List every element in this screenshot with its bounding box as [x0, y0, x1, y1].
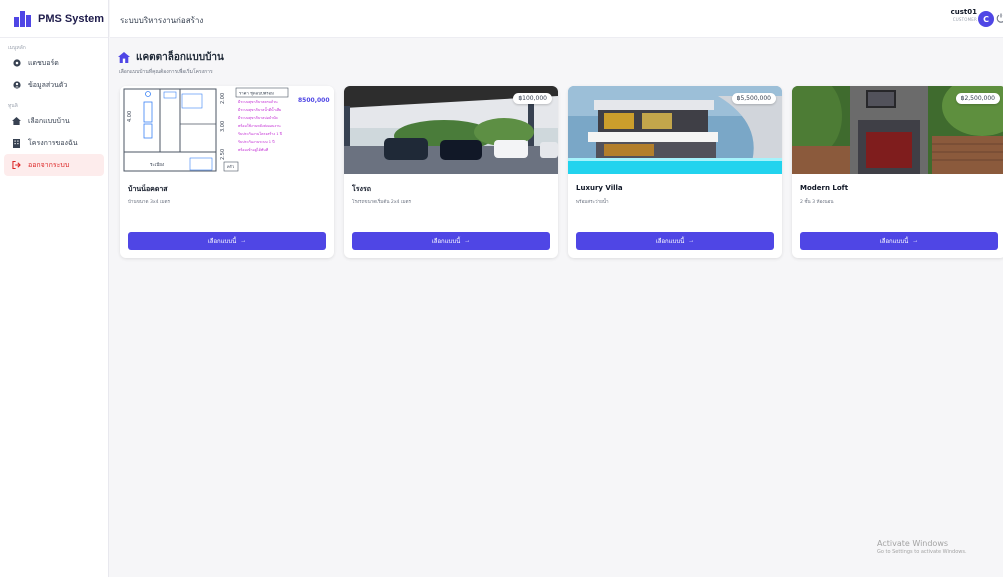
floor-plan-drawing: 4.00 2.00 3.00 2.50 ระเบียง ครัว ราคา ชุ…: [120, 86, 334, 174]
house-card[interactable]: 4.00 2.00 3.00 2.50 ระเบียง ครัว ราคา ชุ…: [120, 86, 334, 258]
page-header: แคตตาล็อกแบบบ้าน เลือกแบบบ้านที่คุณต้องก…: [118, 50, 224, 76]
card-description: บ้านขนาด 3x4 เมตร: [128, 200, 171, 205]
plan-dim-label: 2.00: [220, 93, 226, 104]
button-label: เลือกแบบนี้: [207, 239, 237, 245]
logout-icon: [12, 161, 21, 170]
plan-sheet-price: 8500,000: [298, 97, 330, 104]
select-design-button[interactable]: เลือกแบบนี้ →: [128, 232, 326, 250]
avatar[interactable]: C: [978, 11, 994, 27]
card-title: Luxury Villa: [576, 184, 623, 192]
sidebar-item-my-projects[interactable]: โครงการของฉัน: [4, 132, 104, 154]
plan-room-label: ระเบียง: [150, 162, 164, 168]
sidebar-item-logout[interactable]: ออกจากระบบ: [4, 154, 104, 176]
app-title: PMS System: [38, 12, 105, 25]
watermark-line-1: Activate Windows: [877, 539, 949, 548]
price-badge: ฿100,000: [513, 93, 552, 104]
card-image-floorplan: 4.00 2.00 3.00 2.50 ระเบียง ครัว ราคา ชุ…: [120, 86, 334, 174]
dashboard-icon: [12, 59, 21, 68]
user-info[interactable]: cust01 CUSTOMER: [951, 9, 977, 22]
sidebar-item-label: ออกจากระบบ: [28, 160, 70, 169]
user-name: cust01: [950, 8, 977, 16]
house-card[interactable]: ฿2,500,000 Modern Loft 2 ชั้น 3 ห้องนอน …: [792, 86, 1003, 258]
plan-dim-label: 3.00: [220, 121, 226, 132]
arrow-right-icon: →: [688, 238, 695, 244]
topbar-title: ระบบบริหารงานก่อสร้าง: [120, 16, 204, 25]
sidebar-item-label: เลือกแบบบ้าน: [28, 116, 70, 125]
button-label: เลือกแบบนี้: [655, 239, 685, 245]
sidebar-item-label: ข้อมูลส่วนตัว: [28, 80, 68, 89]
select-design-button[interactable]: เลือกแบบนี้ →: [576, 232, 774, 250]
page-subtitle: เลือกแบบบ้านที่คุณต้องการเพื่อเริ่มโครงก…: [119, 69, 213, 75]
sidebar-item-label: แดชบอร์ด: [28, 58, 59, 67]
plan-note: รับประกันงานระบบ 1 ปี: [238, 139, 275, 144]
page-title: แคตตาล็อกแบบบ้าน: [136, 52, 224, 63]
nav-section-project: ทูนลิ: [8, 103, 18, 109]
house-card[interactable]: ฿100,000 โรงรถ โรงรถขนาดเริ่มต้น 2x4 เมต…: [344, 86, 558, 258]
card-image-villa: ฿5,500,000: [568, 86, 782, 174]
card-description: พร้อมสระว่ายน้ำ: [576, 200, 609, 205]
plan-dim-label: 4.00: [127, 111, 133, 122]
home-icon: [12, 117, 21, 126]
button-label: เลือกแบบนี้: [431, 239, 461, 245]
brand[interactable]: PMS System: [0, 0, 108, 38]
arrow-right-icon: →: [912, 238, 919, 244]
sidebar-item-house-select[interactable]: เลือกแบบบ้าน: [4, 110, 104, 132]
plan-note: พร้อมเข้าอยู่ได้ทันที: [238, 147, 269, 152]
house-card[interactable]: ฿5,500,000 Luxury Villa พร้อมสระว่ายน้ำ …: [568, 86, 782, 258]
card-description: 2 ชั้น 3 ห้องนอน: [800, 200, 834, 205]
user-icon: [12, 81, 21, 90]
topbar: ระบบบริหารงานก่อสร้าง cust01 CUSTOMER C: [110, 0, 1003, 38]
card-image-garage: ฿100,000: [344, 86, 558, 174]
price-badge: ฿2,500,000: [955, 93, 1000, 104]
nav-section-main: เมนูหลัก: [8, 45, 26, 51]
card-title: บ้านน็อคดาส: [128, 185, 168, 193]
arrow-right-icon: →: [464, 238, 471, 244]
plan-note: รับประกันงานโครงสร้าง 1 ปี: [238, 131, 283, 136]
power-icon[interactable]: [996, 13, 1003, 23]
buildings-icon: [14, 10, 32, 27]
card-title: Modern Loft: [800, 184, 849, 192]
sidebar-item-dashboard[interactable]: แดชบอร์ด: [4, 52, 104, 74]
arrow-right-icon: →: [240, 238, 247, 244]
windows-activation-watermark: Activate Windows Go to Settings to activ…: [877, 539, 967, 555]
sidebar-item-profile[interactable]: ข้อมูลส่วนตัว: [4, 74, 104, 96]
select-design-button[interactable]: เลือกแบบนี้ →: [800, 232, 998, 250]
card-title: โรงรถ: [352, 185, 371, 193]
watermark-line-2: Go to Settings to activate Windows.: [877, 548, 967, 555]
price-badge: ฿5,500,000: [731, 93, 776, 104]
building-icon: [12, 138, 21, 148]
card-image-loft: ฿2,500,000: [792, 86, 1003, 174]
plan-dim-label: 2.50: [220, 149, 226, 160]
user-role: CUSTOMER: [952, 17, 977, 22]
sidebar: PMS System เมนูหลัก แดชบอร์ด ข้อมูลส่วนต…: [0, 0, 109, 577]
house-catalog-icon: [118, 52, 130, 63]
select-design-button[interactable]: เลือกแบบนี้ →: [352, 232, 550, 250]
plan-door-label: ครัว: [227, 164, 234, 169]
button-label: เลือกแบบนี้: [879, 239, 909, 245]
card-description: โรงรถขนาดเริ่มต้น 2x4 เมตร: [352, 200, 411, 205]
plan-note: พร้อมใช้งานหลังส่งมอบงาน: [238, 123, 281, 128]
sidebar-item-label: โครงการของฉัน: [28, 138, 78, 147]
